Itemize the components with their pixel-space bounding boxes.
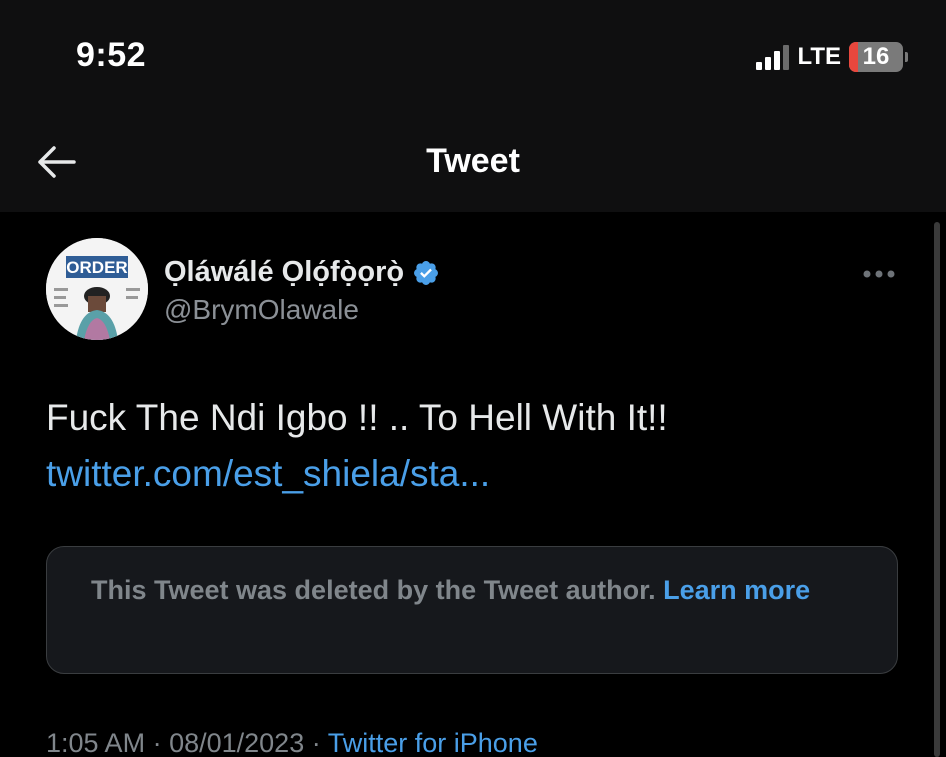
more-options-icon[interactable] bbox=[862, 266, 896, 278]
tweet-meta: 1:05 AM · 08/01/2023 · Twitter for iPhon… bbox=[46, 728, 538, 757]
page-title: Tweet bbox=[426, 142, 520, 180]
avatar-label: ORDER bbox=[66, 258, 127, 277]
scrollbar[interactable] bbox=[934, 222, 940, 757]
battery-fill bbox=[849, 42, 858, 72]
tweet-text: Fuck The Ndi Igbo !! .. To Hell With It!… bbox=[46, 397, 668, 438]
avatar-image: ORDER bbox=[46, 238, 148, 340]
battery-tip bbox=[905, 52, 908, 62]
tweet-date: 08/01/2023 bbox=[169, 728, 305, 757]
battery-icon: 16 bbox=[849, 42, 903, 72]
tweet-detail-screen: 9:52 LTE 16 Tweet ORDER Ọláwálé Ọlọ́fọ̀ọ… bbox=[0, 0, 946, 757]
tweet-link[interactable]: twitter.com/est_shiela/sta... bbox=[46, 446, 906, 502]
verified-badge-icon bbox=[414, 260, 439, 285]
cellular-signal-icon bbox=[756, 44, 790, 70]
tweet-time: 1:05 AM bbox=[46, 728, 146, 757]
author-name[interactable]: Ọláwálé Ọlọ́fọ̀ọrọ̀ bbox=[164, 256, 404, 289]
tweet-body: Fuck The Ndi Igbo !! .. To Hell With It!… bbox=[46, 390, 906, 502]
deleted-quote-card: This Tweet was deleted by the Tweet auth… bbox=[46, 546, 898, 674]
meta-separator: · bbox=[152, 728, 170, 757]
status-indicators: LTE 16 bbox=[756, 42, 908, 72]
network-type: LTE bbox=[797, 43, 841, 70]
learn-more-link[interactable]: Learn more bbox=[663, 575, 810, 605]
deleted-notice-text: This Tweet was deleted by the Tweet auth… bbox=[91, 575, 664, 605]
battery-level: 16 bbox=[862, 43, 890, 70]
nav-header: Tweet bbox=[0, 120, 946, 212]
avatar[interactable]: ORDER bbox=[46, 238, 148, 340]
status-time: 9:52 bbox=[76, 36, 147, 74]
author-name-row[interactable]: Ọláwálé Ọlọ́fọ̀ọrọ̀ bbox=[164, 256, 440, 289]
author-handle[interactable]: @BrymOlawale bbox=[164, 294, 359, 326]
tweet-source-link[interactable]: Twitter for iPhone bbox=[328, 728, 538, 757]
meta-separator: · bbox=[311, 728, 328, 757]
status-bar: 9:52 LTE 16 bbox=[0, 0, 946, 120]
